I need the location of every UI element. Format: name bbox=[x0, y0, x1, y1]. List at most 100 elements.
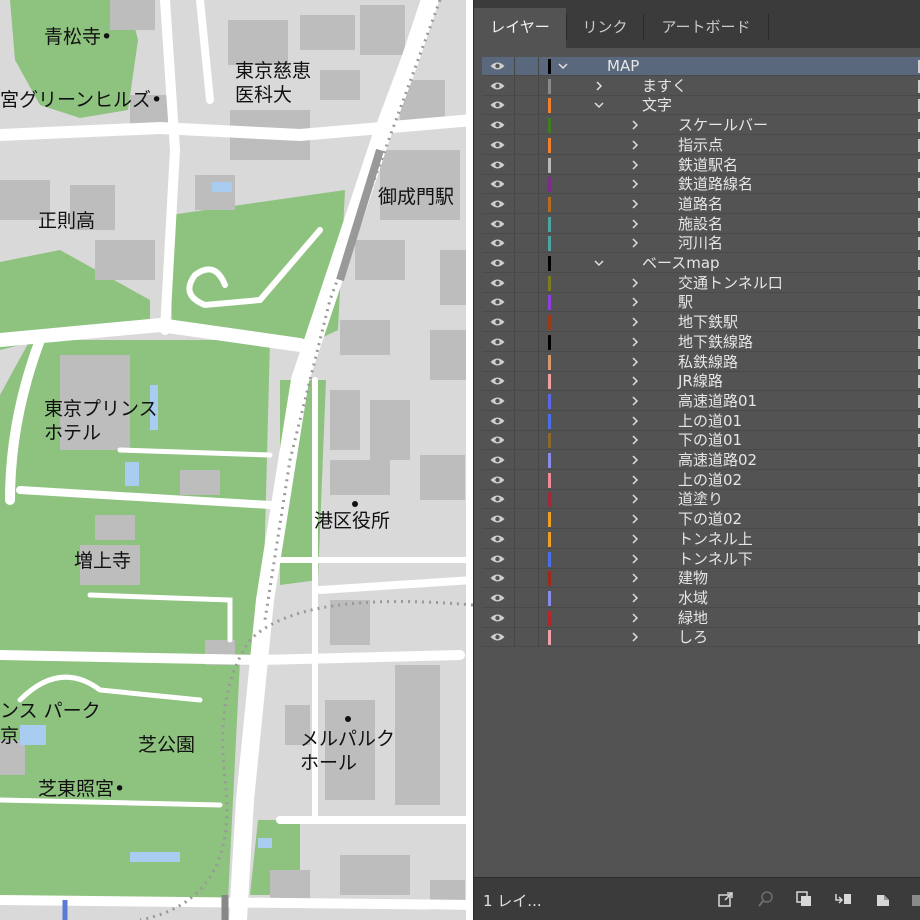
eye-icon[interactable] bbox=[490, 120, 505, 130]
chevron-right-icon[interactable] bbox=[630, 534, 640, 544]
eye-icon[interactable] bbox=[490, 435, 505, 445]
eye-icon[interactable] bbox=[490, 140, 505, 150]
layer-row[interactable]: MAP bbox=[482, 57, 920, 76]
layer-name[interactable]: 道路名 bbox=[678, 195, 723, 214]
layer-name[interactable]: 指示点 bbox=[678, 136, 723, 155]
layer-row[interactable]: 建物 bbox=[482, 569, 920, 588]
layer-name[interactable]: しろ bbox=[678, 628, 708, 647]
chevron-right-icon[interactable] bbox=[594, 81, 604, 91]
layer-row[interactable]: 高速道路02 bbox=[482, 451, 920, 470]
chevron-right-icon[interactable] bbox=[630, 357, 640, 367]
layer-row[interactable]: 施設名 bbox=[482, 215, 920, 234]
chevron-right-icon[interactable] bbox=[630, 475, 640, 485]
eye-icon[interactable] bbox=[490, 81, 505, 91]
map-canvas[interactable]: 青松寺• 東京慈恵 医科大 宮グリーンヒルズ• 御成門駅 正則高 東京プリンス … bbox=[0, 0, 473, 920]
chevron-right-icon[interactable] bbox=[630, 297, 640, 307]
layer-name[interactable]: 下の道02 bbox=[678, 510, 742, 529]
eye-icon[interactable] bbox=[490, 613, 505, 623]
layer-name[interactable]: 地下鉄駅 bbox=[678, 313, 738, 332]
layer-name[interactable]: 施設名 bbox=[678, 215, 723, 234]
layer-row[interactable]: 道塗り bbox=[482, 490, 920, 509]
layer-row[interactable]: 地下鉄駅 bbox=[482, 313, 920, 332]
eye-icon[interactable] bbox=[490, 534, 505, 544]
layer-row[interactable]: 高速道路01 bbox=[482, 392, 920, 411]
chevron-right-icon[interactable] bbox=[630, 455, 640, 465]
layer-name[interactable]: 鉄道路線名 bbox=[678, 175, 753, 194]
eye-icon[interactable] bbox=[490, 416, 505, 426]
eye-icon[interactable] bbox=[490, 199, 505, 209]
eye-icon[interactable] bbox=[490, 475, 505, 485]
chevron-right-icon[interactable] bbox=[630, 435, 640, 445]
eye-icon[interactable] bbox=[490, 494, 505, 504]
layer-row[interactable]: 下の道01 bbox=[482, 431, 920, 450]
chevron-right-icon[interactable] bbox=[630, 396, 640, 406]
chevron-right-icon[interactable] bbox=[630, 376, 640, 386]
chevron-right-icon[interactable] bbox=[630, 337, 640, 347]
chevron-right-icon[interactable] bbox=[630, 514, 640, 524]
layer-row[interactable]: 上の道02 bbox=[482, 471, 920, 490]
layer-row[interactable]: 緑地 bbox=[482, 609, 920, 628]
chevron-right-icon[interactable] bbox=[630, 632, 640, 642]
layer-name[interactable]: 緑地 bbox=[678, 609, 708, 628]
layer-name[interactable]: トンネル上 bbox=[678, 530, 753, 549]
layer-name[interactable]: 水域 bbox=[678, 589, 708, 608]
eye-icon[interactable] bbox=[490, 219, 505, 229]
chevron-right-icon[interactable] bbox=[630, 554, 640, 564]
layer-row[interactable]: 鉄道駅名 bbox=[482, 156, 920, 175]
chevron-right-icon[interactable] bbox=[630, 416, 640, 426]
eye-icon[interactable] bbox=[490, 278, 505, 288]
sublayer-icon[interactable] bbox=[834, 890, 852, 908]
eye-icon[interactable] bbox=[490, 258, 505, 268]
layer-name[interactable]: 下の道01 bbox=[678, 431, 742, 450]
eye-icon[interactable] bbox=[490, 179, 505, 189]
search-icon[interactable] bbox=[757, 890, 775, 908]
eye-icon[interactable] bbox=[490, 100, 505, 110]
tab-links[interactable]: リンク bbox=[567, 8, 643, 48]
eye-icon[interactable] bbox=[490, 61, 505, 71]
layer-name[interactable]: 上の道02 bbox=[678, 471, 742, 490]
layer-name[interactable]: 河川名 bbox=[678, 234, 723, 253]
layer-name[interactable]: トンネル下 bbox=[678, 550, 753, 569]
layer-row[interactable]: 駅 bbox=[482, 293, 920, 312]
eye-icon[interactable] bbox=[490, 632, 505, 642]
new-layer-icon[interactable] bbox=[874, 890, 892, 908]
layer-name[interactable]: ますく bbox=[642, 77, 687, 96]
chevron-right-icon[interactable] bbox=[630, 613, 640, 623]
chevron-right-icon[interactable] bbox=[630, 219, 640, 229]
eye-icon[interactable] bbox=[490, 455, 505, 465]
chevron-right-icon[interactable] bbox=[630, 238, 640, 248]
chevron-right-icon[interactable] bbox=[630, 494, 640, 504]
chevron-right-icon[interactable] bbox=[630, 593, 640, 603]
eye-icon[interactable] bbox=[490, 317, 505, 327]
layer-name[interactable]: JR線路 bbox=[678, 372, 723, 391]
layer-name[interactable]: ベースmap bbox=[642, 254, 720, 273]
layer-name[interactable]: 私鉄線路 bbox=[678, 353, 738, 372]
chevron-down-icon[interactable] bbox=[558, 61, 568, 71]
chevron-right-icon[interactable] bbox=[630, 573, 640, 583]
tab-artboards[interactable]: アートボード bbox=[644, 8, 768, 48]
layer-name[interactable]: 道塗り bbox=[678, 490, 723, 509]
layer-row[interactable]: 私鉄線路 bbox=[482, 353, 920, 372]
layer-name[interactable]: 鉄道駅名 bbox=[678, 156, 738, 175]
layer-row[interactable]: 交通トンネル口 bbox=[482, 274, 920, 293]
layer-row[interactable]: トンネル上 bbox=[482, 530, 920, 549]
export-icon[interactable] bbox=[717, 890, 735, 908]
layer-name[interactable]: 高速道路02 bbox=[678, 451, 757, 470]
layer-name[interactable]: 高速道路01 bbox=[678, 392, 757, 411]
clip-mask-icon[interactable] bbox=[795, 890, 813, 908]
layer-name[interactable]: 駅 bbox=[678, 293, 693, 312]
eye-icon[interactable] bbox=[490, 514, 505, 524]
eye-icon[interactable] bbox=[490, 238, 505, 248]
layer-row[interactable]: トンネル下 bbox=[482, 550, 920, 569]
chevron-right-icon[interactable] bbox=[630, 278, 640, 288]
chevron-right-icon[interactable] bbox=[630, 199, 640, 209]
layer-row[interactable]: JR線路 bbox=[482, 372, 920, 391]
layer-row[interactable]: ますく bbox=[482, 77, 920, 96]
layer-row[interactable]: 水域 bbox=[482, 589, 920, 608]
layer-row[interactable]: しろ bbox=[482, 628, 920, 647]
layer-name[interactable]: 文字 bbox=[642, 96, 672, 115]
layer-name[interactable]: 交通トンネル口 bbox=[678, 274, 783, 293]
layer-row[interactable]: 指示点 bbox=[482, 136, 920, 155]
chevron-right-icon[interactable] bbox=[630, 120, 640, 130]
eye-icon[interactable] bbox=[490, 396, 505, 406]
